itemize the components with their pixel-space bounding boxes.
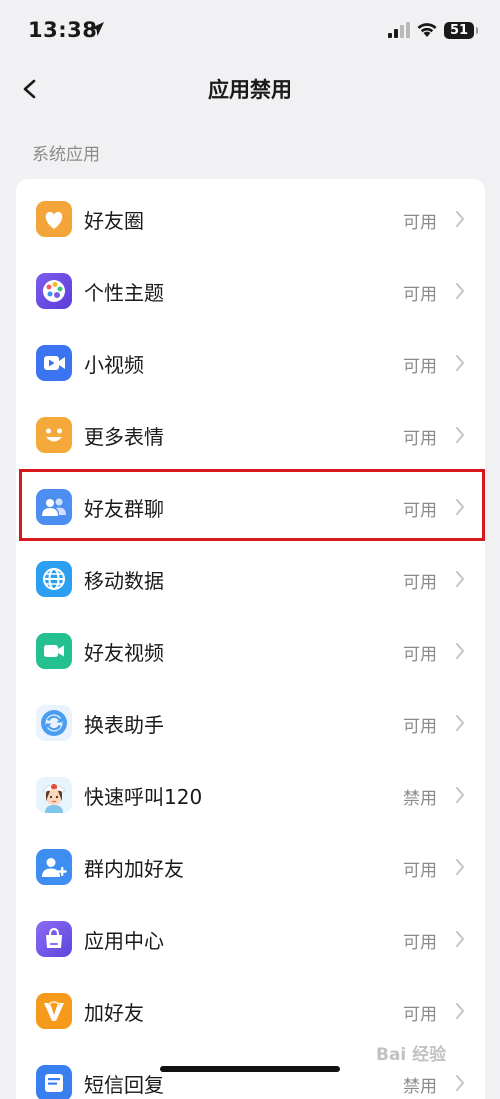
- status-text: 可用: [403, 1005, 437, 1025]
- list-item-mobile-data[interactable]: 移动数据 可用: [16, 543, 485, 615]
- video-call-icon: [36, 633, 72, 669]
- watermark: Bai 经验: [376, 1045, 447, 1065]
- list-item-label: 好友视频: [84, 641, 164, 665]
- chevron-right-icon: [456, 499, 465, 515]
- list-item-label: 短信回复: [84, 1073, 164, 1097]
- list-item-label: 加好友: [84, 1001, 144, 1025]
- list-item-label: 应用中心: [84, 929, 164, 953]
- swap-icon: [36, 705, 72, 741]
- chevron-right-icon: [456, 1075, 465, 1091]
- add-friend-icon: [36, 849, 72, 885]
- status-text: 可用: [403, 645, 437, 665]
- chevron-right-icon: [456, 211, 465, 227]
- chevron-right-icon: [456, 859, 465, 875]
- section-label-system-apps: 系统应用: [32, 145, 100, 165]
- list-item-quick-call-120[interactable]: 快速呼叫120 禁用: [16, 759, 485, 831]
- video-icon: [36, 345, 72, 381]
- list-item-label: 小视频: [84, 353, 144, 377]
- smile-icon: [36, 417, 72, 453]
- status-text: 可用: [403, 429, 437, 449]
- add-friend-logo-icon: [36, 993, 72, 1029]
- status-text: 禁用: [403, 789, 437, 809]
- list-item-label: 移动数据: [84, 569, 164, 593]
- chevron-right-icon: [456, 643, 465, 659]
- chevron-right-icon: [456, 931, 465, 947]
- palette-icon: [36, 273, 72, 309]
- chevron-right-icon: [456, 787, 465, 803]
- status-text: 可用: [403, 501, 437, 521]
- location-arrow-icon: [90, 22, 104, 36]
- navigation-bar: 应用禁用: [0, 64, 500, 116]
- status-time: 13:38: [28, 18, 98, 42]
- list-item-watch-switch[interactable]: 换表助手 可用: [16, 687, 485, 759]
- status-text: 可用: [403, 717, 437, 737]
- status-text: 禁用: [403, 1077, 437, 1097]
- cellular-signal-icon: [388, 22, 410, 38]
- app-center-icon: [36, 921, 72, 957]
- app-list-card: 好友圈 可用 个性主题 可用 小视频 可用 更多表情 可用 好友群聊 可用 移动…: [16, 179, 485, 1099]
- status-text: 可用: [403, 213, 437, 233]
- sms-icon: [36, 1065, 72, 1099]
- status-text: 可用: [403, 357, 437, 377]
- chevron-right-icon: [456, 571, 465, 587]
- page-title: 应用禁用: [208, 78, 292, 102]
- list-item-friend-video[interactable]: 好友视频 可用: [16, 615, 485, 687]
- heart-icon: [36, 201, 72, 237]
- nurse-icon: [36, 777, 72, 813]
- list-item-label: 换表助手: [84, 713, 164, 737]
- list-item-label: 个性主题: [84, 281, 164, 305]
- wifi-icon: [417, 23, 437, 37]
- list-item-label: 群内加好友: [84, 857, 184, 881]
- list-item-short-video[interactable]: 小视频 可用: [16, 327, 485, 399]
- chevron-right-icon: [456, 715, 465, 731]
- globe-icon: [36, 561, 72, 597]
- list-item-group-add-friend[interactable]: 群内加好友 可用: [16, 831, 485, 903]
- status-text: 可用: [403, 861, 437, 881]
- chevron-right-icon: [456, 427, 465, 443]
- list-item-label: 好友群聊: [84, 497, 164, 521]
- chevron-right-icon: [456, 1003, 465, 1019]
- list-item-more-emoji[interactable]: 更多表情 可用: [16, 399, 485, 471]
- battery-indicator: 51: [444, 22, 478, 39]
- chevron-right-icon: [456, 355, 465, 371]
- status-text: 可用: [403, 933, 437, 953]
- list-item-label: 好友圈: [84, 209, 144, 233]
- chevron-right-icon: [456, 283, 465, 299]
- list-item-themes[interactable]: 个性主题 可用: [16, 255, 485, 327]
- list-item-group-chat[interactable]: 好友群聊 可用: [16, 471, 485, 543]
- status-text: 可用: [403, 573, 437, 593]
- list-item-app-center[interactable]: 应用中心 可用: [16, 903, 485, 975]
- list-item-label: 快速呼叫120: [84, 785, 203, 809]
- status-text: 可用: [403, 285, 437, 305]
- list-item-moments[interactable]: 好友圈 可用: [16, 183, 485, 255]
- home-indicator[interactable]: [160, 1066, 340, 1072]
- list-item-add-friend[interactable]: 加好友 可用: [16, 975, 485, 1047]
- list-item-label: 更多表情: [84, 425, 164, 449]
- group-chat-icon: [36, 489, 72, 525]
- status-bar: 13:38 51: [0, 0, 500, 64]
